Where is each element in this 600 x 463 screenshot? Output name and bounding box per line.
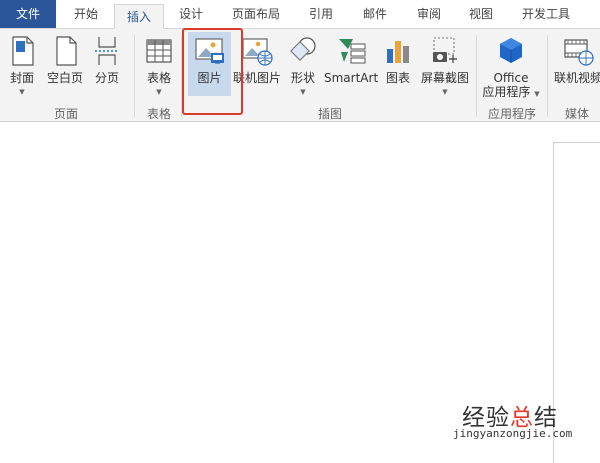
group-separator [547, 35, 548, 117]
chart-label: 图表 [385, 71, 410, 85]
page-break-label: 分页 [94, 71, 119, 85]
document-page-edge [553, 142, 600, 463]
shapes-icon [290, 37, 316, 61]
online-video-label: 联机视频 [553, 71, 600, 85]
tab-view[interactable]: 视图 [456, 0, 506, 28]
smartart-button[interactable]: SmartArt [324, 32, 378, 96]
table-dropdown-icon: ▼ [156, 88, 162, 96]
tab-references[interactable]: 引用 [296, 0, 346, 28]
page-break-icon [95, 37, 119, 65]
ribbon-insert: 封面 ▼ 空白页 分页 页面 表格 ▼ 表格 图片 联机图片 形状 ▼ Smar… [0, 28, 600, 122]
blank-page-icon [56, 36, 77, 66]
office-apps-label-text: 应用程序 [482, 85, 531, 99]
online-video-button[interactable]: 联机视频 [552, 32, 600, 96]
cover-dropdown-icon: ▼ [19, 88, 25, 96]
table-button[interactable]: 表格 ▼ [140, 32, 178, 96]
screenshot-dropdown-icon: ▼ [442, 88, 448, 96]
highlight-box [182, 28, 243, 115]
tab-insert[interactable]: 插入 [114, 4, 164, 29]
online-video-icon [564, 39, 594, 66]
cover-page-button[interactable]: 封面 ▼ [4, 32, 40, 96]
tab-design[interactable]: 设计 [166, 0, 216, 28]
ribbon-tab-bar: 文件 开始 插入 设计 页面布局 引用 邮件 审阅 视图 开发工具 [0, 0, 600, 29]
tab-page-layout[interactable]: 页面布局 [222, 0, 290, 28]
watermark-url: jingyanzongjie.com [453, 427, 573, 440]
shapes-label: 形状 [290, 71, 315, 85]
group-label-apps: 应用程序 [487, 107, 536, 121]
online-picture-icon [242, 38, 273, 66]
office-store-icon [500, 38, 522, 63]
group-label-media: 媒体 [564, 107, 589, 121]
screenshot-label: 屏幕截图 [420, 71, 469, 85]
smartart-icon [339, 39, 366, 64]
cover-page-label: 封面 [9, 71, 34, 85]
blank-page-label: 空白页 [46, 71, 83, 85]
page-break-button[interactable]: 分页 [90, 32, 124, 96]
group-label-tables: 表格 [146, 107, 171, 121]
office-apps-label-line2: 应用程序 ▼ [480, 85, 542, 101]
table-icon [146, 39, 172, 63]
smartart-label: SmartArt [324, 71, 379, 85]
office-apps-label-line1: Office [493, 71, 529, 85]
shapes-button[interactable]: 形状 ▼ [284, 32, 322, 96]
blank-page-button[interactable]: 空白页 [44, 32, 86, 96]
screenshot-button[interactable]: 屏幕截图 ▼ [418, 32, 472, 96]
tab-file[interactable]: 文件 [0, 0, 56, 28]
group-label-pages: 页面 [53, 107, 78, 121]
screenshot-icon [433, 37, 457, 63]
cover-page-icon [12, 36, 34, 66]
office-apps-dropdown-icon: ▼ [534, 90, 540, 98]
group-separator [476, 35, 477, 117]
tab-developer[interactable]: 开发工具 [510, 0, 582, 28]
chart-button[interactable]: 图表 [381, 32, 415, 96]
group-separator [134, 35, 135, 117]
chart-icon [387, 41, 409, 63]
tab-review[interactable]: 审阅 [404, 0, 454, 28]
table-label: 表格 [146, 71, 171, 85]
office-apps-button[interactable]: Office 应用程序 ▼ [480, 32, 542, 99]
shapes-dropdown-icon: ▼ [300, 88, 306, 96]
tab-mailings[interactable]: 邮件 [350, 0, 400, 28]
tab-home[interactable]: 开始 [60, 0, 112, 28]
